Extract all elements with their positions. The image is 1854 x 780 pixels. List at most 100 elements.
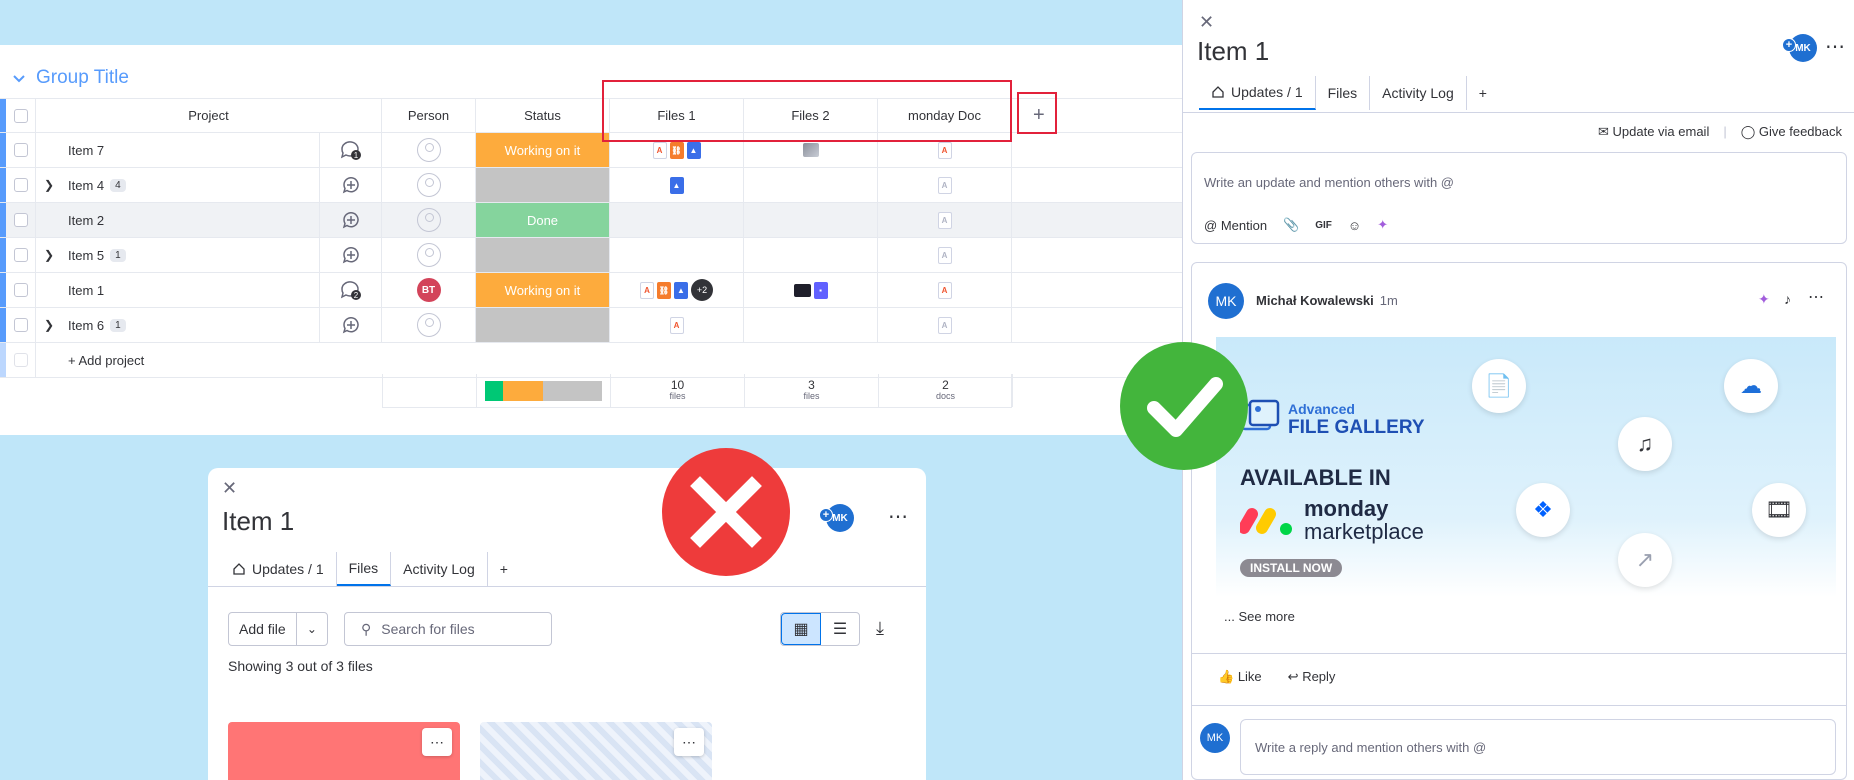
row-checkbox[interactable] (13, 248, 28, 262)
reply-button[interactable]: ↩ Reply (1288, 669, 1336, 685)
files-1-cell[interactable] (610, 203, 744, 237)
status-cell[interactable]: Working on it (476, 133, 610, 167)
expand-subitems-icon[interactable]: ❯ (44, 318, 54, 332)
conversation-icon[interactable]: 1 (339, 139, 363, 161)
status-cell[interactable] (476, 238, 610, 272)
drive-file-icon[interactable]: ▲ (669, 176, 684, 194)
table-row[interactable]: Item 1 2 BT Working on it A ⛓ ▲ +2 ▪ A (0, 273, 1182, 308)
person-cell[interactable] (382, 133, 476, 167)
doc-file-icon[interactable]: A (937, 281, 952, 299)
add-subscriber-icon[interactable]: + (819, 508, 833, 522)
file-options-icon[interactable]: ⋯ (422, 728, 452, 756)
tab-activity-log[interactable]: Activity Log (1370, 76, 1467, 110)
conversation-icon[interactable]: 2 (339, 279, 363, 301)
status-cell[interactable] (476, 308, 610, 342)
file-thumbnail[interactable]: ⋯ (480, 722, 712, 780)
add-update-icon[interactable] (341, 210, 361, 230)
add-subscriber-icon[interactable]: + (1782, 38, 1796, 52)
person-avatar[interactable]: BT (416, 278, 441, 302)
monday-doc-cell[interactable]: A (878, 238, 1012, 272)
column-header-project[interactable]: Project (36, 99, 382, 132)
link-file-icon[interactable]: ⛓ (657, 281, 671, 299)
empty-person-icon[interactable] (416, 313, 441, 337)
add-project-button[interactable]: + Add project (68, 343, 144, 377)
download-icon[interactable]: ⤓ (876, 618, 884, 639)
empty-person-icon[interactable] (416, 243, 441, 267)
mention-button[interactable]: @ Mention (1204, 218, 1267, 233)
chevron-down-icon[interactable]: ⌄ (297, 622, 327, 636)
subscribers-avatar[interactable]: + MK (1782, 34, 1817, 62)
drive-file-icon[interactable]: ▲ (674, 281, 688, 299)
close-icon[interactable]: ✕ (1199, 12, 1214, 33)
add-update-icon[interactable] (341, 315, 361, 335)
group-header[interactable]: Group Title (12, 67, 129, 89)
empty-person-icon[interactable] (416, 208, 441, 232)
files-2-cell[interactable] (744, 308, 878, 342)
tab-files[interactable]: Files (1316, 76, 1371, 110)
add-tab-button[interactable]: + (488, 552, 520, 586)
files-1-cell[interactable]: A (610, 308, 744, 342)
item-name[interactable]: Item 2 (68, 213, 104, 228)
more-options-icon[interactable]: ⋯ (888, 504, 909, 529)
item-name[interactable]: Item 6 (68, 318, 104, 333)
empty-doc-icon[interactable]: A (937, 176, 952, 194)
document-file-icon[interactable]: ▪ (813, 281, 828, 299)
table-row[interactable]: ❯ Item 5 1 A (0, 238, 1182, 273)
subitems-count[interactable]: 4 (110, 178, 126, 192)
subscribers-avatar[interactable]: + MK (819, 504, 854, 532)
list-view-icon[interactable]: ☰ (821, 613, 859, 645)
status-cell[interactable]: Working on it (476, 273, 610, 307)
files-1-cell[interactable] (610, 238, 744, 272)
files-1-cell[interactable]: ▲ (610, 168, 744, 202)
group-title[interactable]: Group Title (36, 67, 129, 89)
select-all-checkbox-cell[interactable] (6, 99, 36, 132)
doc-file-icon[interactable]: A (937, 141, 952, 159)
subitems-count[interactable]: 1 (110, 318, 126, 332)
tab-files[interactable]: Files (336, 552, 392, 586)
files-2-cell[interactable] (744, 168, 878, 202)
update-composer[interactable]: Write an update and mention others with … (1191, 152, 1847, 244)
emoji-icon[interactable]: ☺ (1348, 218, 1361, 233)
empty-doc-icon[interactable]: A (937, 211, 952, 229)
row-checkbox[interactable] (13, 143, 28, 157)
composer-placeholder[interactable]: Write an update and mention others with … (1204, 175, 1454, 190)
row-checkbox[interactable] (13, 178, 28, 192)
files-1-cell[interactable]: A ⛓ ▲ +2 (610, 273, 744, 307)
item-name[interactable]: Item 1 (68, 283, 104, 298)
empty-doc-icon[interactable]: A (937, 246, 952, 264)
row-checkbox-cell[interactable] (6, 273, 36, 307)
row-checkbox[interactable] (13, 283, 28, 297)
pdf-file-icon[interactable]: A (640, 281, 654, 299)
tab-activity-log[interactable]: Activity Log (391, 552, 488, 586)
row-checkbox[interactable] (13, 318, 28, 332)
item-name-cell[interactable]: Item 1 (36, 273, 320, 307)
table-row[interactable]: ❯ Item 4 4 ▲ A (0, 168, 1182, 203)
item-name-cell[interactable]: ❯ Item 6 1 (36, 308, 320, 342)
tab-updates[interactable]: Updates / 1 (220, 552, 337, 586)
update-via-email-link[interactable]: ✉ Update via email (1598, 124, 1709, 140)
close-icon[interactable]: ✕ (222, 478, 237, 499)
monday-doc-cell[interactable]: A (878, 273, 1012, 307)
item-name[interactable]: Item 4 (68, 178, 104, 193)
empty-person-icon[interactable] (416, 138, 441, 162)
item-title[interactable]: Item 1 (222, 506, 294, 537)
person-cell[interactable] (382, 203, 476, 237)
author-avatar[interactable]: MK (1208, 283, 1244, 319)
select-all-checkbox[interactable] (13, 108, 28, 123)
empty-person-icon[interactable] (416, 173, 441, 197)
updates-cell[interactable] (320, 308, 382, 342)
person-cell[interactable] (382, 168, 476, 202)
search-files-input[interactable]: ⚲ Search for files (344, 612, 552, 646)
column-header-person[interactable]: Person (382, 99, 476, 132)
row-checkbox-cell[interactable] (6, 133, 36, 167)
image-file-icon[interactable] (802, 143, 819, 157)
pdf-file-icon[interactable]: A (669, 316, 684, 334)
row-checkbox-cell[interactable] (6, 308, 36, 342)
post-options-icon[interactable]: ⋯ (1808, 287, 1824, 307)
like-button[interactable]: 👍 Like (1218, 669, 1262, 685)
files-2-cell[interactable] (744, 203, 878, 237)
post-author[interactable]: Michał Kowalewski 1m (1256, 293, 1398, 308)
drive-file-icon[interactable]: ▲ (686, 141, 701, 159)
search-placeholder[interactable]: Search for files (381, 621, 474, 637)
ai-sparkle-icon[interactable]: ✦ (1758, 291, 1770, 308)
